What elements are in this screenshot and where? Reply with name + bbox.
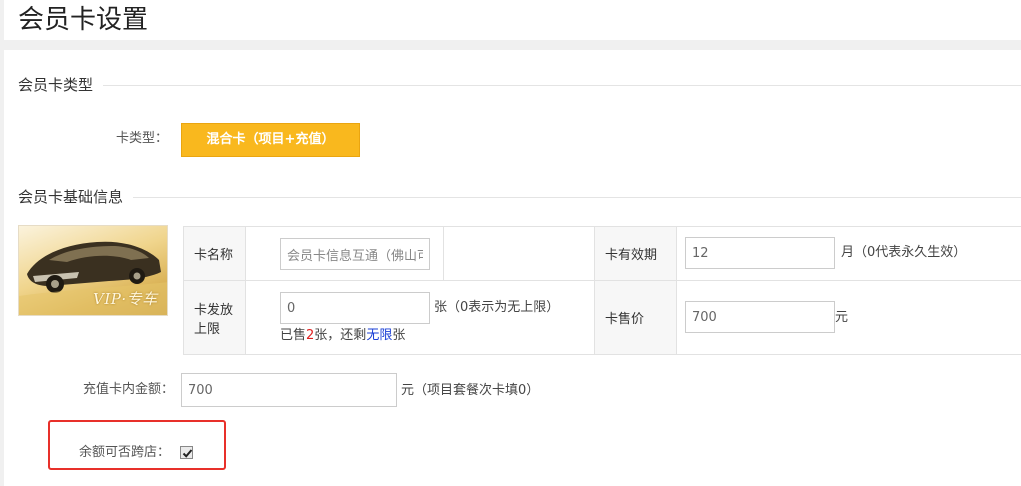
section-title-basic-info: 会员卡基础信息 [18,187,134,207]
price-label: 卡售价 [594,280,677,355]
issue-limit-input[interactable] [280,292,430,324]
issue-limit-note: 张（0表示为无上限） [434,300,560,315]
card-name-input[interactable] [280,238,430,270]
validity-note: 月（0代表永久生效） [841,245,967,260]
main-content: 会员卡类型 卡类型： 混合卡（项目+充值） 会员卡基础信息 VIP·专车 卡名称 [4,50,1021,486]
section-divider [18,197,1021,198]
card-name-label: 卡名称 [183,226,246,281]
card-type-button[interactable]: 混合卡（项目+充值） [181,123,360,157]
page-header: 会员卡设置 [4,0,1021,40]
cross-store-checkbox[interactable] [180,446,193,459]
card-name-cell [245,226,444,281]
issue-limit-cell: 张（0表示为无上限） 已售2张，还剩无限张 [245,280,595,355]
section-title-card-type: 会员卡类型 [18,75,104,95]
issue-limit-label: 卡发放上限 [183,280,246,355]
price-cell: 元 [676,280,1021,355]
validity-cell: 月（0代表永久生效） [676,226,1021,281]
check-icon [182,449,193,458]
recharge-amount-input[interactable] [181,373,397,407]
recharge-amount-label: 充值卡内金额： [82,382,174,397]
empty-cell [443,226,595,281]
section-divider [18,85,1021,86]
card-image: VIP·专车 [18,225,168,316]
price-unit: 元 [835,310,849,325]
card-info-table: 卡名称 卡有效期 月（0代表永久生效） 卡发放上限 张（0表示为无上限） 已售2… [183,226,1021,355]
cross-store-label: 余额可否跨店： [78,445,170,460]
page-title: 会员卡设置 [18,5,149,35]
remain-count: 无限 [366,328,393,343]
sold-status-text: 已售2张，还剩无限张 [280,328,406,343]
validity-label: 卡有效期 [594,226,677,281]
card-type-label: 卡类型： [115,131,168,146]
validity-input[interactable] [685,237,835,269]
recharge-amount-note: 元（项目套餐次卡填0） [401,383,540,398]
card-image-text: VIP·专车 [93,290,158,308]
price-input[interactable] [685,301,835,333]
